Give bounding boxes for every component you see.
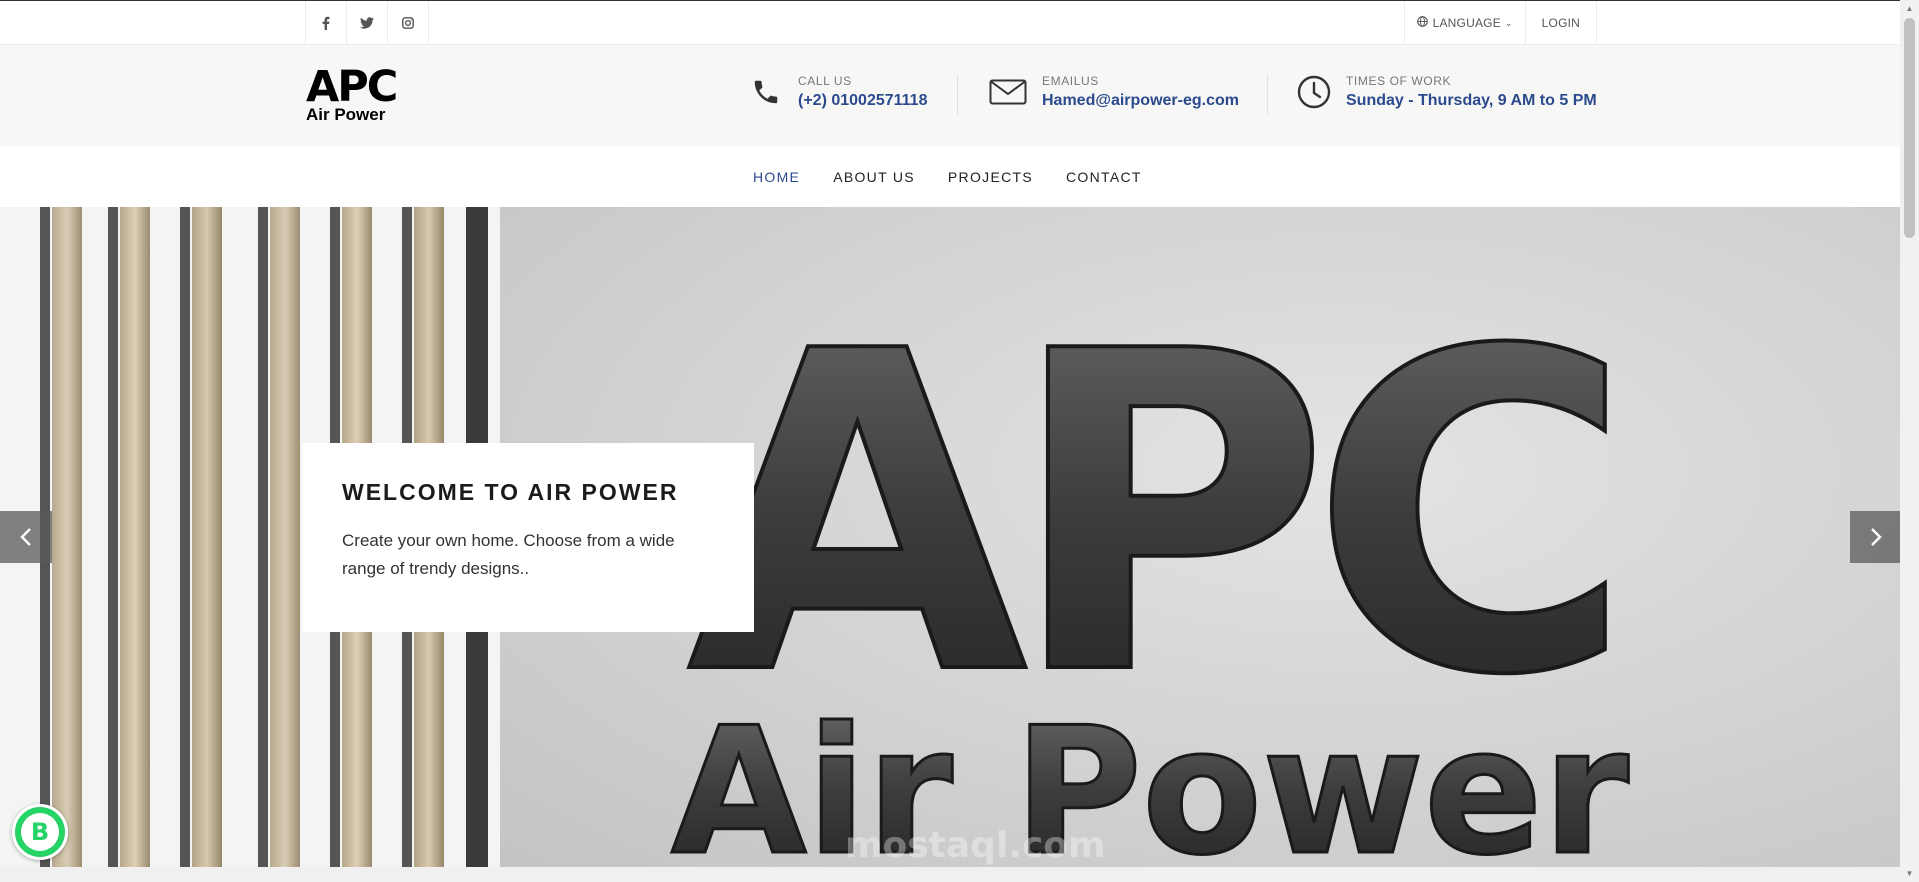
call-us-block: CALL US (+2) 01002571118 <box>748 74 927 110</box>
divider <box>1267 75 1268 115</box>
nav-home[interactable]: HOME <box>753 169 800 185</box>
facebook-icon[interactable] <box>305 1 347 45</box>
email-label: EMAILUS <box>1042 74 1099 88</box>
nav-about-us[interactable]: ABOUT US <box>833 169 915 185</box>
page-bottom-edge <box>0 867 1919 882</box>
scrollbar-thumb[interactable] <box>1904 18 1915 238</box>
globe-icon <box>1416 16 1428 30</box>
work-hours-block: TIMES OF WORK Sunday - Thursday, 9 AM to… <box>1296 74 1597 110</box>
chevron-down-icon: ⌄ <box>1504 17 1513 28</box>
whatsapp-chat-button[interactable]: B <box>12 804 68 860</box>
slider-next-button[interactable] <box>1850 511 1900 563</box>
top-right-links: LANGUAGE ⌄ LOGIN <box>1403 1 1597 45</box>
email-block: EMAILUS Hamed@airpower-eg.com <box>988 74 1239 110</box>
social-links <box>305 1 429 45</box>
phone-number[interactable]: (+2) 01002571118 <box>798 92 927 110</box>
email-address[interactable]: Hamed@airpower-eg.com <box>1042 92 1239 110</box>
welcome-card: WELCOME TO AIR POWER Create your own hom… <box>302 443 754 632</box>
whatsapp-business-icon: B <box>21 813 59 851</box>
scroll-down-icon[interactable]: ▼ <box>1900 865 1919 882</box>
watermark: mostaql.com <box>845 825 1106 866</box>
clock-icon <box>1296 74 1332 110</box>
scroll-up-icon[interactable]: ▲ <box>1900 0 1919 17</box>
logo-mark: APC <box>306 62 398 112</box>
slider-prev-button[interactable] <box>0 511 52 563</box>
top-bar: LANGUAGE ⌄ LOGIN <box>0 0 1900 45</box>
call-us-label: CALL US <box>798 74 852 88</box>
chevron-right-icon <box>1871 528 1882 546</box>
work-hours-label: TIMES OF WORK <box>1346 74 1452 88</box>
language-label: LANGUAGE <box>1432 16 1501 30</box>
phone-icon <box>748 74 784 110</box>
site-logo[interactable]: APC Air Power <box>306 62 401 131</box>
hero-slider: APC Air Power mostaql.com WELCOME TO AIR… <box>0 207 1900 867</box>
hero-text: Create your own home. Choose from a wide… <box>342 531 675 578</box>
login-link[interactable]: LOGIN <box>1524 1 1597 45</box>
image-logo-subtitle: Air Power <box>671 691 1629 867</box>
hero-title: WELCOME TO AIR POWER <box>342 479 679 505</box>
site-header: APC Air Power CALL US (+2) 01002571118 E… <box>0 45 1900 146</box>
chevron-left-icon <box>20 528 31 546</box>
page-scrollbar[interactable]: ▲ ▼ <box>1900 0 1919 882</box>
nav-projects[interactable]: PROJECTS <box>948 169 1033 185</box>
divider <box>957 75 958 115</box>
twitter-icon[interactable] <box>347 1 388 45</box>
work-hours-value: Sunday - Thursday, 9 AM to 5 PM <box>1346 92 1597 109</box>
instagram-icon[interactable] <box>388 1 429 45</box>
nav-contact[interactable]: CONTACT <box>1066 169 1142 185</box>
envelope-icon <box>988 74 1028 110</box>
main-nav: HOME ABOUT US PROJECTS CONTACT <box>0 146 1900 207</box>
language-dropdown[interactable]: LANGUAGE ⌄ <box>1403 1 1525 45</box>
